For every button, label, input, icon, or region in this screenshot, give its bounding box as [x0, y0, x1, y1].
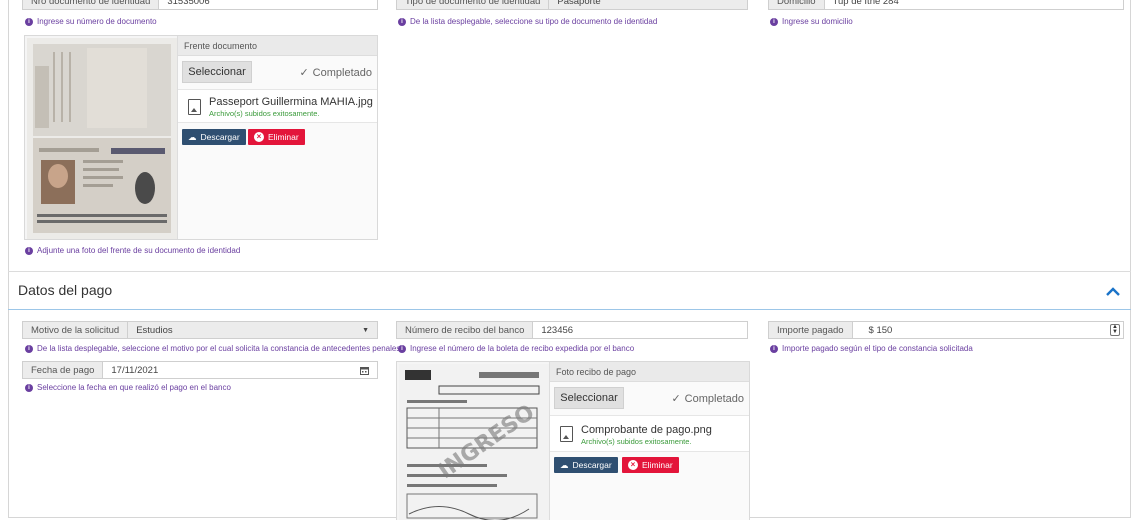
reason-hint: i De la lista desplegable, seleccione el… [25, 344, 400, 353]
info-icon: i [25, 246, 33, 255]
image-file-icon [188, 99, 201, 115]
front-document-upload: Frente documento Seleccionar ✓ Completad… [24, 35, 378, 240]
front-upload-panel: Frente documento Seleccionar ✓ Completad… [177, 36, 377, 239]
receipt-upload-title: Foto recibo de pago [550, 362, 749, 382]
address-label: Domicilio [769, 0, 825, 9]
close-circle-icon: × [628, 460, 638, 470]
front-upload-hint: i Adjunte una foto del frente de su docu… [25, 246, 240, 255]
receipt-number-input[interactable]: 123456 [533, 322, 747, 338]
section-divider-top [8, 271, 1131, 272]
payment-date-hint: i Seleccione la fecha en que realizó el … [25, 383, 231, 392]
payment-date-label: Fecha de pago [23, 362, 104, 378]
front-select-button[interactable]: Seleccionar [182, 61, 252, 83]
doc-number-label: Nro documento de identidad [23, 0, 160, 9]
cloud-download-icon: ☁ [560, 459, 569, 470]
stepper-icon[interactable]: ▲ ▼ [1110, 324, 1120, 336]
receipt-select-button[interactable]: Seleccionar [554, 387, 624, 409]
receipt-status: ✓ Completado [671, 392, 744, 406]
reason-field[interactable]: Motivo de la solicitud Estudios ▼ [22, 321, 378, 339]
address-hint: i Ingrese su domicilio [770, 17, 853, 26]
receipt-upload: INGRESO Foto recibo de pago Seleccionar … [396, 361, 750, 520]
doc-number-field[interactable]: Nro documento de identidad 31535006 [22, 0, 378, 10]
front-download-button[interactable]: ☁ Descargar [182, 129, 246, 145]
check-icon: ✓ [671, 393, 681, 405]
info-icon: i [25, 17, 33, 26]
info-icon: i [770, 17, 778, 26]
doc-number-hint: i Ingrese su número de documento [25, 17, 157, 26]
doc-type-label: Tipo de documento de identidad [397, 0, 550, 9]
passport-photo-icon [27, 38, 177, 239]
info-icon: i [770, 344, 778, 353]
amount-hint: i Importe pagado según el tipo de consta… [770, 344, 973, 353]
receipt-number-field[interactable]: Número de recibo del banco 123456 [396, 321, 748, 339]
receipt-download-button[interactable]: ☁ Descargar [554, 457, 618, 473]
passport-image [27, 38, 177, 239]
receipt-photo-icon: INGRESO [399, 364, 549, 520]
front-status: ✓ Completado [299, 66, 372, 80]
receipt-number-label: Número de recibo del banco [397, 322, 534, 338]
receipt-image: INGRESO [399, 364, 549, 520]
close-circle-icon: × [254, 132, 264, 142]
front-delete-button[interactable]: × Eliminar [248, 129, 305, 145]
reason-select[interactable]: Estudios ▼ [128, 322, 377, 338]
section-divider-bottom [8, 309, 1131, 310]
check-icon: ✓ [299, 67, 309, 79]
info-icon: i [398, 344, 406, 353]
doc-type-field[interactable]: Tipo de documento de identidad Pasaporte [396, 0, 748, 10]
info-icon: i [398, 17, 406, 26]
address-field[interactable]: Domicilio Tup de Ithe 284 [768, 0, 1124, 10]
amount-input[interactable]: $ 150 ▲ ▼ [853, 322, 1123, 338]
receipt-file-item: Comprobante de pago.png Archivo(s) subid… [550, 415, 749, 452]
receipt-upload-panel: Foto recibo de pago Seleccionar ✓ Comple… [549, 362, 749, 520]
front-file-item: Passeport Guillermina MAHIA.jpg Archivo(… [178, 89, 377, 123]
receipt-number-hint: i Ingrese el número de la boleta de reci… [398, 344, 634, 353]
chevron-up-icon[interactable] [1105, 284, 1121, 300]
payment-section-title: Datos del pago [18, 282, 113, 298]
reason-label: Motivo de la solicitud [23, 322, 129, 338]
front-upload-title: Frente documento [178, 36, 377, 56]
amount-field[interactable]: Importe pagado $ 150 ▲ ▼ [768, 321, 1124, 339]
image-file-icon [560, 426, 573, 442]
receipt-file-name: Comprobante de pago.png [581, 424, 712, 436]
doc-number-input[interactable]: 31535006 [159, 0, 377, 9]
front-file-status: Archivo(s) subidos exitosamente. [209, 109, 320, 118]
payment-date-input[interactable]: 17/11/2021 [103, 362, 377, 378]
info-icon: i [25, 344, 33, 353]
caret-down-icon: ▼ [362, 326, 369, 334]
cloud-download-icon: ☁ [188, 131, 197, 142]
payment-date-field[interactable]: Fecha de pago 17/11/2021 [22, 361, 378, 379]
receipt-delete-button[interactable]: × Eliminar [622, 457, 679, 473]
amount-label: Importe pagado [769, 322, 853, 338]
calendar-icon[interactable] [360, 366, 369, 375]
address-input[interactable]: Tup de Ithe 284 [825, 0, 1123, 9]
doc-type-hint: i De la lista desplegable, seleccione su… [398, 17, 657, 26]
front-file-name: Passeport Guillermina MAHIA.jpg [209, 96, 373, 108]
receipt-file-status: Archivo(s) subidos exitosamente. [581, 437, 692, 446]
info-icon: i [25, 383, 33, 392]
doc-type-select[interactable]: Pasaporte [549, 0, 747, 9]
